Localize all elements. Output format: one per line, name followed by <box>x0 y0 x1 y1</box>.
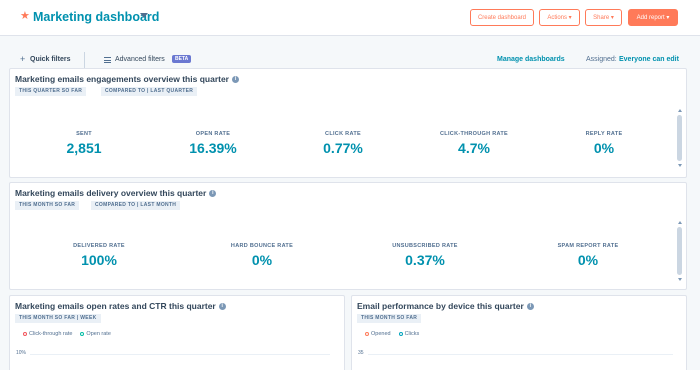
legend-item-click-through-rate[interactable]: Click-through rate <box>23 331 72 337</box>
chart-gridline <box>368 354 673 355</box>
card-title-text: Email performance by device this quarter <box>357 301 524 311</box>
metric-value-spam-report-rate: 0% <box>577 252 599 268</box>
info-icon[interactable]: i <box>232 75 239 83</box>
legend-dot-icon <box>23 331 27 336</box>
metric-label-click-rate: CLICK RATE <box>325 131 361 137</box>
share-button[interactable]: Share ▾ <box>585 9 622 26</box>
chart-legend: Click-through rate Open rate <box>23 331 111 337</box>
legend-item-opened[interactable]: Opened <box>365 331 391 337</box>
create-dashboard-button[interactable]: Create dashboard <box>470 9 534 26</box>
open-rates-ctr-card: Marketing emails open rates and CTR this… <box>9 295 345 370</box>
card-title-text: Marketing emails delivery overview this … <box>15 188 207 198</box>
legend-label: Clicks <box>404 331 420 337</box>
chart-legend: Opened Clicks <box>365 331 419 337</box>
legend-item-clicks[interactable]: Clicks <box>398 331 420 337</box>
legend-label: Opened <box>371 331 391 337</box>
card-title: Marketing emails delivery overview this … <box>15 188 217 198</box>
scroll-up-icon[interactable] <box>678 109 682 112</box>
scroll-up-icon[interactable] <box>678 221 682 224</box>
legend-dot-icon <box>365 331 369 336</box>
filter-lines-icon[interactable] <box>104 57 111 63</box>
metric-label-spam-report-rate: SPAM REPORT RATE <box>557 243 619 249</box>
metric-value-reply-rate: 0% <box>593 140 615 156</box>
comparison-tag[interactable]: COMPARED TO | LAST QUARTER <box>101 87 198 96</box>
legend-item-open-rate[interactable]: Open rate <box>80 331 111 337</box>
card-title: Email performance by device this quarter… <box>357 301 534 311</box>
metric-value-open-rate: 16.39% <box>189 140 237 156</box>
metric-value-click-through-rate: 4.7% <box>458 140 490 156</box>
scrollbar-thumb[interactable] <box>677 115 682 161</box>
card-title: Marketing emails open rates and CTR this… <box>15 301 226 311</box>
date-range-tag[interactable]: THIS MONTH SO FAR <box>357 314 422 323</box>
favorite-star-icon[interactable]: ★ <box>20 11 30 22</box>
delivery-overview-card: Marketing emails delivery overview this … <box>9 182 687 290</box>
metric-label-delivered-rate: DELIVERED RATE <box>73 243 125 249</box>
beta-badge: BETA <box>172 55 192 63</box>
info-icon[interactable]: i <box>218 302 226 310</box>
y-axis-tick: 10% <box>16 350 27 356</box>
plus-icon[interactable]: + <box>20 55 25 64</box>
metric-label-reply-rate: REPLY RATE <box>585 131 623 137</box>
scroll-down-icon[interactable] <box>678 278 682 281</box>
y-axis-tick: 35 <box>358 350 364 356</box>
metric-label-open-rate: OPEN RATE <box>195 131 231 137</box>
chart-gridline <box>30 354 330 355</box>
legend-label: Click-through rate <box>29 331 73 337</box>
dashboard-header: ★ Marketing dashboard Create dashboard A… <box>0 0 700 36</box>
date-range-tag[interactable]: THIS MONTH SO FAR | WEEK <box>15 314 101 323</box>
metric-value-unsubscribed-rate: 0.37% <box>405 252 445 268</box>
assigned-label: Assigned: <box>586 56 617 63</box>
chevron-down-icon[interactable] <box>140 13 148 18</box>
quick-filters-button[interactable]: Quick filters <box>30 56 70 63</box>
legend-dot-icon <box>80 331 85 336</box>
info-icon[interactable]: i <box>209 189 217 197</box>
device-performance-card: Email performance by device this quarter… <box>351 295 687 370</box>
manage-dashboards-link[interactable]: Manage dashboards <box>497 56 565 63</box>
scroll-down-icon[interactable] <box>678 164 682 167</box>
metric-value-sent: 2,851 <box>66 140 102 156</box>
advanced-filters-button[interactable]: Advanced filters <box>115 56 165 63</box>
card-title-text: Marketing emails open rates and CTR this… <box>15 301 216 311</box>
metric-value-delivered-rate: 100% <box>81 252 117 268</box>
card-title-text: Marketing emails engagements overview th… <box>15 74 229 84</box>
filter-divider <box>84 52 85 68</box>
info-icon[interactable]: i <box>526 302 534 310</box>
engagement-overview-card: Marketing emails engagements overview th… <box>9 68 687 178</box>
metric-label-unsubscribed-rate: UNSUBSCRIBED RATE <box>392 243 458 249</box>
metric-value-click-rate: 0.77% <box>323 140 363 156</box>
metric-label-hard-bounce-rate: HARD BOUNCE RATE <box>230 243 294 249</box>
metric-label-click-through-rate: CLICK-THROUGH RATE <box>440 131 508 137</box>
comparison-tag[interactable]: COMPARED TO | LAST MONTH <box>91 201 181 210</box>
metric-label-sent: SENT <box>76 131 92 137</box>
add-report-button[interactable]: Add report ▾ <box>628 9 678 26</box>
legend-dot-icon <box>398 331 403 336</box>
date-range-tag[interactable]: THIS QUARTER SO FAR <box>15 87 87 96</box>
metric-value-hard-bounce-rate: 0% <box>251 252 273 268</box>
assigned-value-link[interactable]: Everyone can edit <box>619 56 679 63</box>
legend-label: Open rate <box>86 331 111 337</box>
date-range-tag[interactable]: THIS MONTH SO FAR <box>15 201 80 210</box>
scrollbar-thumb[interactable] <box>677 227 682 275</box>
card-title: Marketing emails engagements overview th… <box>15 74 239 84</box>
actions-button[interactable]: Actions ▾ <box>539 9 580 26</box>
